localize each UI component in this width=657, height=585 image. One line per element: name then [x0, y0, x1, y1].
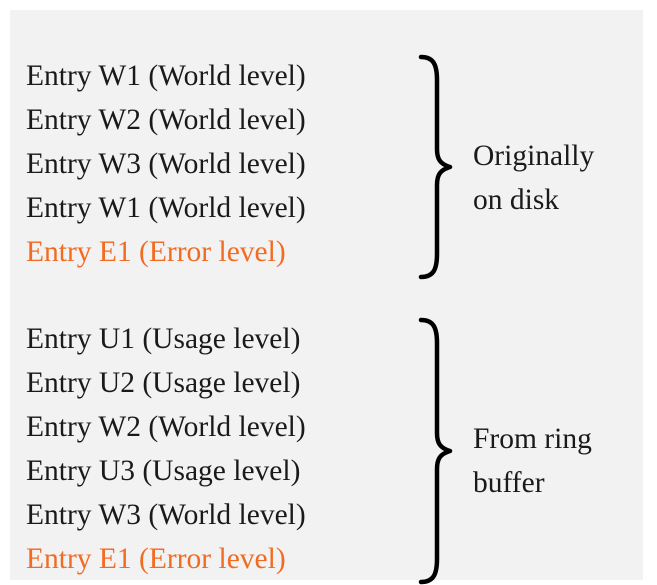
ring-caption-line-2: buffer [473, 467, 545, 499]
log-entry-w2: Entry W2 (World level) [26, 104, 306, 136]
log-entry-w1-repeat: Entry W1 (World level) [26, 192, 306, 224]
ring-caption-line-1: From ring [473, 423, 592, 455]
log-entry-u1: Entry U1 (Usage level) [26, 323, 301, 355]
ring-entries-group: Entry U1 (Usage level) Entry U2 (Usage l… [26, 317, 446, 581]
log-entry-w1: Entry W1 (World level) [26, 60, 306, 92]
log-entry-w2-ring: Entry W2 (World level) [26, 411, 306, 443]
ring-caption: From ring buffer [473, 417, 592, 505]
ring-brace [418, 317, 454, 585]
disk-caption-line-2: on disk [473, 184, 560, 216]
diagram-panel: Entry W1 (World level) Entry W2 (World l… [10, 10, 643, 585]
log-entry-u2: Entry U2 (Usage level) [26, 367, 301, 399]
log-entry-e1: Entry E1 (Error level) [26, 236, 286, 268]
log-entry-w3-ring: Entry W3 (World level) [26, 499, 306, 531]
log-entry-e1-ring: Entry E1 (Error level) [26, 543, 286, 575]
log-entry-u3: Entry U3 (Usage level) [26, 455, 301, 487]
log-entry-w3: Entry W3 (World level) [26, 148, 306, 180]
disk-brace [418, 54, 454, 280]
disk-caption: Originally on disk [473, 134, 594, 222]
disk-caption-line-1: Originally [473, 140, 595, 172]
disk-entries-group: Entry W1 (World level) Entry W2 (World l… [26, 54, 446, 274]
